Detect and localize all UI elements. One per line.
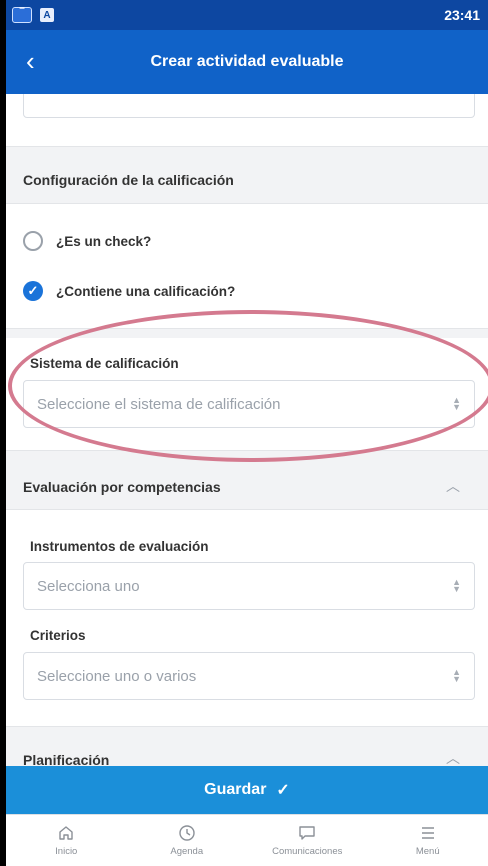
app-bar: ‹ Crear actividad evaluable	[6, 30, 488, 94]
status-time: 23:41	[444, 7, 480, 23]
competencies-section-title: Evaluación por competencias	[23, 479, 221, 495]
page-title: Crear actividad evaluable	[150, 53, 344, 70]
instruments-select[interactable]: Selecciona uno ▲ ▼	[23, 562, 475, 610]
bottom-tab-bar: Inicio Agenda Comunicaciones Menú	[6, 814, 488, 866]
check-option-label: ¿Es un check?	[56, 233, 152, 249]
chevron-up-icon[interactable]: ︿	[446, 748, 460, 766]
app-icon: ▔	[12, 7, 32, 23]
sort-arrows-icon: ▲ ▼	[452, 667, 461, 684]
planning-section-title: Planificación	[23, 752, 110, 766]
tab-menu[interactable]: Menú	[368, 815, 488, 866]
sort-arrows-icon: ▲ ▼	[452, 577, 461, 594]
check-circle-icon[interactable]: ✓	[23, 281, 43, 301]
chat-icon	[299, 826, 315, 840]
tab-inicio-label: Inicio	[55, 846, 78, 857]
tab-comunicaciones[interactable]: Comunicaciones	[247, 815, 368, 866]
instruments-placeholder: Selecciona uno	[37, 577, 140, 595]
annotation-ellipse	[8, 310, 488, 462]
clock-icon	[179, 825, 195, 841]
screen: ▔ A 23:41 ‹ Crear actividad evaluable Co…	[6, 0, 488, 866]
criteria-label: Criterios	[30, 628, 86, 643]
grade-option[interactable]: ✓ ¿Contiene una calificación?	[23, 281, 235, 301]
check-icon: ✓	[276, 782, 290, 799]
status-icons: ▔ A	[12, 7, 54, 23]
check-option[interactable]: ¿Es un check?	[23, 231, 151, 251]
tab-inicio[interactable]: Inicio	[6, 815, 127, 866]
criteria-select[interactable]: Seleccione uno o varios ▲ ▼	[23, 652, 475, 700]
status-bar: ▔ A 23:41	[6, 0, 488, 30]
instruments-label: Instrumentos de evaluación	[30, 539, 209, 554]
tab-agenda-label: Agenda	[170, 846, 204, 857]
criteria-placeholder: Seleccione uno o varios	[37, 667, 197, 685]
grading-section-title: Configuración de la calificación	[23, 172, 234, 188]
home-icon	[59, 826, 73, 840]
save-button[interactable]: Guardar ✓	[6, 766, 488, 814]
tab-agenda[interactable]: Agenda	[127, 815, 248, 866]
tab-comunicaciones-label: Comunicaciones	[272, 846, 343, 857]
tab-menu-label: Menú	[415, 846, 440, 857]
previous-field[interactable]	[23, 94, 475, 118]
radio-icon[interactable]	[23, 231, 43, 251]
menu-icon	[421, 827, 434, 839]
grade-option-label: ¿Contiene una calificación?	[56, 283, 236, 299]
save-label: Guardar	[204, 781, 267, 798]
chevron-left-icon[interactable]: ‹	[26, 46, 48, 76]
a-icon: A	[40, 8, 54, 22]
chevron-up-icon[interactable]: ︿	[446, 476, 460, 496]
